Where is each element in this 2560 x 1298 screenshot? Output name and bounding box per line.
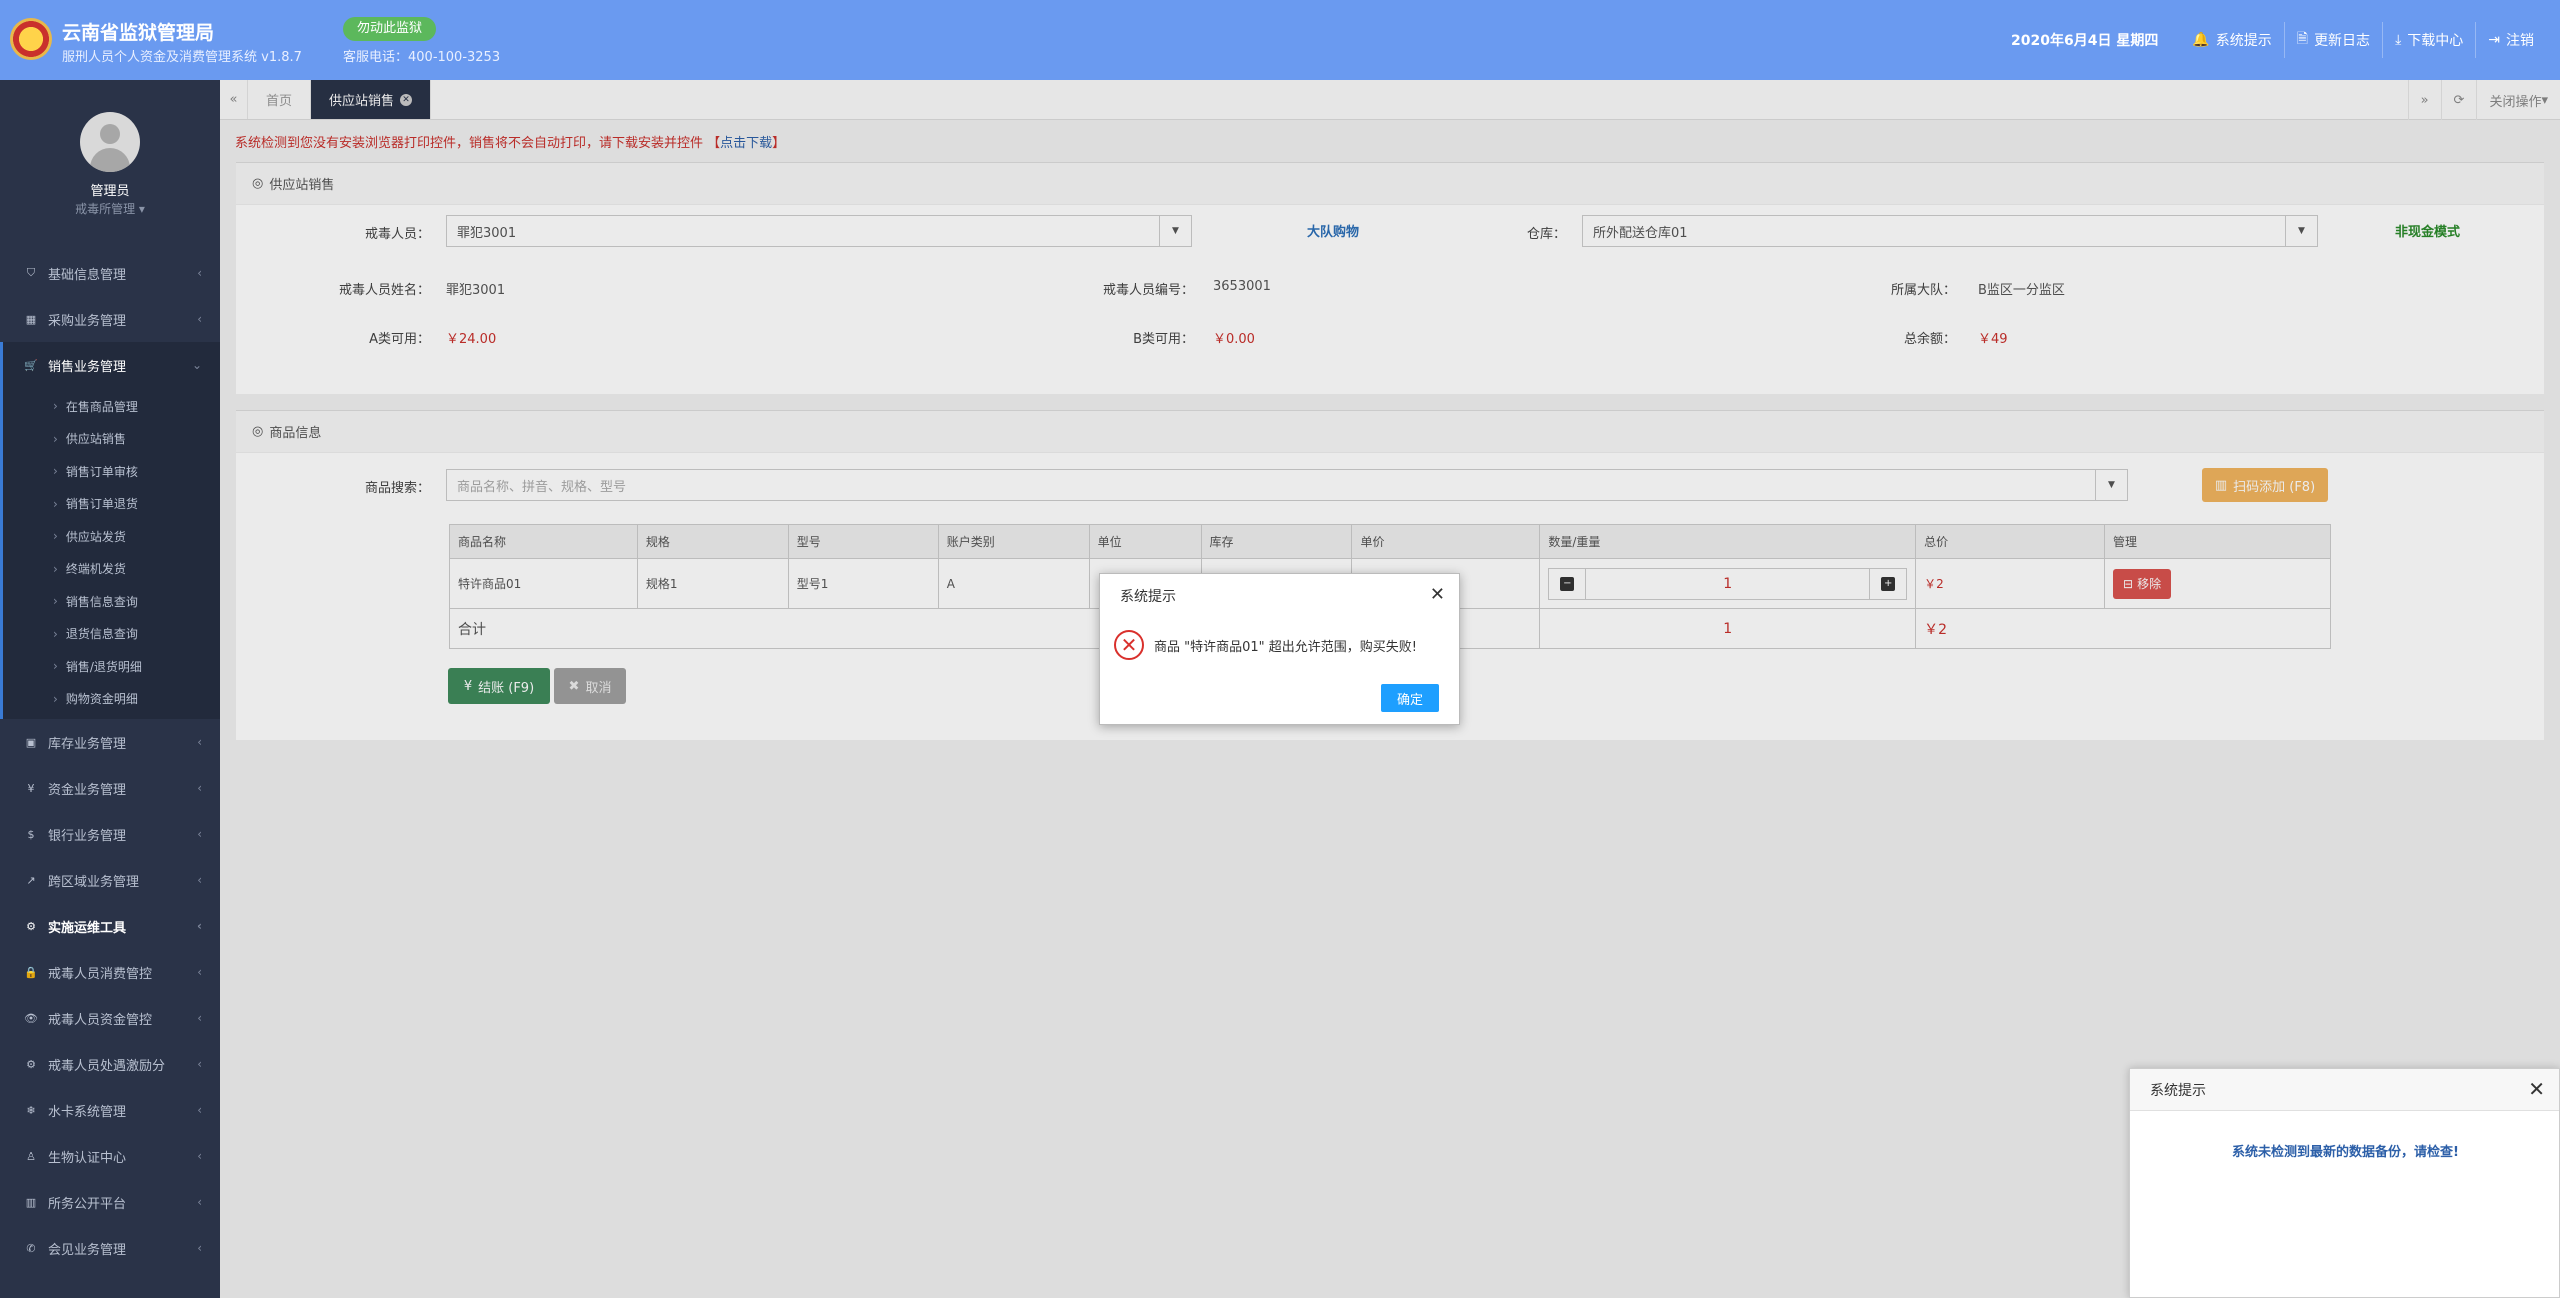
download-center-link[interactable]: ⤓ 下载中心 bbox=[2382, 22, 2475, 58]
error-dialog: 系统提示 ✕ ✕ 商品 "特许商品01" 超出允许范围，购买失败! 确定 bbox=[1099, 573, 1460, 725]
logout-icon: ⇥ bbox=[2488, 32, 2500, 48]
notice-title: 系统提示 bbox=[2130, 1069, 2559, 1111]
snowflake-icon: ❄ bbox=[26, 1103, 36, 1117]
subnav-item[interactable]: 销售订单退货 bbox=[3, 488, 220, 521]
nav-water-card[interactable]: ❄ 水卡系统管理 ‹ bbox=[0, 1087, 220, 1133]
cart-icon: 🛒 bbox=[24, 358, 38, 372]
close-icon[interactable]: ✕ bbox=[2528, 1077, 2545, 1101]
subnav-item[interactable]: 销售订单审核 bbox=[3, 455, 220, 488]
backup-notice: 系统提示 ✕ 系统未检测到最新的数据备份，请检查! bbox=[2129, 1068, 2560, 1298]
nav-cross-region[interactable]: ↗ 跨区域业务管理 ‹ bbox=[0, 857, 220, 903]
app-subtitle: 服刑人员个人资金及消费管理系统 v1.8.7 bbox=[62, 50, 302, 65]
phone-icon: ✆ bbox=[26, 1241, 36, 1255]
chevron-left-icon: ‹ bbox=[197, 965, 202, 979]
chevron-left-icon: ‹ bbox=[197, 266, 202, 280]
building-icon: ▥ bbox=[25, 1195, 37, 1209]
chevron-left-icon: ‹ bbox=[197, 781, 202, 795]
nav-visits[interactable]: ✆ 会见业务管理 ‹ bbox=[0, 1225, 220, 1271]
nav-consumption-control[interactable]: 🔒 戒毒人员消费管控 ‹ bbox=[0, 949, 220, 995]
chevron-left-icon: ‹ bbox=[197, 1149, 202, 1163]
notice-message: 系统未检测到最新的数据备份，请检查! bbox=[2232, 1145, 2459, 1160]
subnav-item[interactable]: 供应站销售 bbox=[3, 423, 220, 456]
changelog-link[interactable]: 🗎 更新日志 bbox=[2283, 22, 2382, 58]
chevron-left-icon: ‹ bbox=[197, 1195, 202, 1209]
subnav-item[interactable]: 供应站发货 bbox=[3, 520, 220, 553]
subnav-item[interactable]: 退货信息查询 bbox=[3, 618, 220, 651]
subnav-item[interactable]: 销售/退货明细 bbox=[3, 650, 220, 683]
current-date: 2020年6月4日 星期四 bbox=[2011, 33, 2159, 49]
tool-icon: ⚙ bbox=[26, 919, 36, 933]
subnav-item[interactable]: 销售信息查询 bbox=[3, 585, 220, 618]
chevron-left-icon: ‹ bbox=[197, 1103, 202, 1117]
calendar-icon: ▦ bbox=[25, 312, 37, 326]
eye-icon: 👁 bbox=[24, 1011, 38, 1025]
avatar[interactable] bbox=[80, 112, 140, 172]
dialog-title: 系统提示 bbox=[1120, 589, 1176, 605]
chevron-left-icon: ‹ bbox=[197, 919, 202, 933]
chevron-left-icon: ‹ bbox=[197, 312, 202, 326]
top-header: 云南省监狱管理局 服刑人员个人资金及消费管理系统 v1.8.7 勿动此监狱 客服… bbox=[0, 0, 2560, 80]
chevron-left-icon: ‹ bbox=[197, 1057, 202, 1071]
error-icon: ✕ bbox=[1114, 630, 1144, 660]
subnav-item[interactable]: 终端机发货 bbox=[3, 553, 220, 586]
shield-icon: ⛉ bbox=[26, 266, 36, 279]
box-icon: ▣ bbox=[25, 735, 37, 749]
chevron-left-icon: ‹ bbox=[197, 827, 202, 841]
user-icon: ♙ bbox=[26, 1149, 36, 1163]
gear-icon: ⚙ bbox=[26, 1057, 36, 1071]
subnav-item[interactable]: 在售商品管理 bbox=[3, 390, 220, 423]
download-icon: ⤓ bbox=[2395, 32, 2402, 48]
external-link-icon: ↗ bbox=[26, 873, 36, 887]
lock-icon: 🔒 bbox=[24, 965, 38, 979]
dialog-message: 商品 "特许商品01" 超出允许范围，购买失败! bbox=[1154, 639, 1417, 655]
chevron-left-icon: ‹ bbox=[197, 1241, 202, 1255]
nav-bank[interactable]: $ 银行业务管理 ‹ bbox=[0, 811, 220, 857]
hotline-text: 客服电话：400-100-3253 bbox=[343, 50, 501, 65]
dialog-body: ✕ 商品 "特许商品01" 超出允许范围，购买失败! bbox=[1114, 630, 1417, 660]
sidebar-nav: ⛉基础信息管理‹ ▦采购业务管理‹ 🛒销售业务管理⌄ 在售商品管理 供应站销售 … bbox=[0, 250, 220, 1271]
nav-fund-control[interactable]: 👁 戒毒人员资金管控 ‹ bbox=[0, 995, 220, 1041]
chevron-down-icon: ⌄ bbox=[191, 358, 202, 372]
chevron-left-icon: ‹ bbox=[197, 735, 202, 749]
sales-submenu: 在售商品管理 供应站销售 销售订单审核 销售订单退货 供应站发货 终端机发货 销… bbox=[0, 388, 220, 719]
sidebar: 管理员 戒毒所管理 ▾ ⛉基础信息管理‹ ▦采购业务管理‹ 🛒销售业务管理⌄ 在… bbox=[0, 80, 220, 1298]
prison-badge: 勿动此监狱 bbox=[343, 17, 437, 41]
nav-ops-tools[interactable]: ⚙ 实施运维工具 ‹ bbox=[0, 903, 220, 949]
user-role-dropdown[interactable]: 戒毒所管理 ▾ bbox=[0, 200, 220, 217]
bell-icon: 🔔 bbox=[2192, 32, 2210, 48]
chevron-left-icon: ‹ bbox=[197, 1011, 202, 1025]
user-name: 管理员 bbox=[90, 184, 130, 199]
nav-funds[interactable]: ¥ 资金业务管理 ‹ bbox=[0, 765, 220, 811]
nav-biometric[interactable]: ♙ 生物认证中心 ‹ bbox=[0, 1133, 220, 1179]
nav-sales[interactable]: 🛒 销售业务管理 ⌄ bbox=[0, 342, 220, 388]
close-icon[interactable]: ✕ bbox=[1430, 584, 1445, 605]
nav-inventory[interactable]: ▣ 库存业务管理 ‹ bbox=[0, 719, 220, 765]
dollar-icon: $ bbox=[27, 827, 35, 841]
nav-purchase[interactable]: ▦ 采购业务管理 ‹ bbox=[0, 296, 220, 342]
ok-button[interactable]: 确定 bbox=[1381, 684, 1439, 712]
subnav-item[interactable]: 购物资金明细 bbox=[3, 683, 220, 716]
nav-public-affairs[interactable]: ▥ 所务公开平台 ‹ bbox=[0, 1179, 220, 1225]
logout-link[interactable]: ⇥ 注销 bbox=[2475, 22, 2546, 58]
file-icon: 🗎 bbox=[2296, 31, 2309, 47]
yen-icon: ¥ bbox=[27, 781, 35, 795]
nav-incentive[interactable]: ⚙ 戒毒人员处遇激励分 ‹ bbox=[0, 1041, 220, 1087]
emblem-logo bbox=[10, 18, 52, 60]
header-toolbar: 2020年6月4日 星期四 🔔 系统提示 🗎 更新日志 ⤓ 下载中心 ⇥ 注销 bbox=[2011, 0, 2546, 80]
chevron-left-icon: ‹ bbox=[197, 873, 202, 887]
nav-basic-info[interactable]: ⛉ 基础信息管理 ‹ bbox=[0, 250, 220, 296]
app-title: 云南省监狱管理局 bbox=[62, 22, 215, 44]
system-notice-link[interactable]: 🔔 系统提示 bbox=[2180, 22, 2283, 58]
